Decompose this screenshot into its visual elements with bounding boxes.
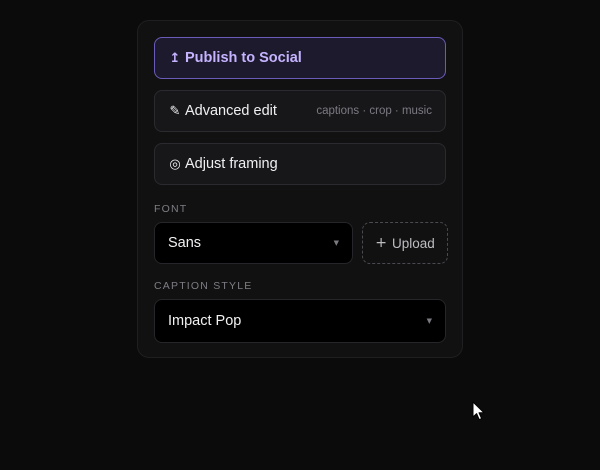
advanced-edit-button[interactable]: ✎ Advanced edit captions · crop · music bbox=[154, 90, 446, 132]
video-actions-panel: ↥ Publish to Social ✎ Advanced edit capt… bbox=[137, 20, 463, 358]
font-select-value: Sans bbox=[168, 235, 202, 251]
upload-arrow-icon: ↥ bbox=[169, 50, 181, 66]
publish-to-social-button[interactable]: ↥ Publish to Social bbox=[154, 37, 446, 79]
advanced-edit-hint: captions · crop · music bbox=[316, 105, 432, 117]
advanced-edit-label: Advanced edit bbox=[185, 103, 277, 119]
upload-button-label: Upload bbox=[391, 235, 435, 251]
chevron-down-icon: ▼ bbox=[333, 239, 339, 247]
upload-font-button[interactable]: + Upload bbox=[362, 222, 448, 264]
adjust-framing-label: Adjust framing bbox=[185, 156, 278, 172]
plus-icon: + bbox=[375, 235, 387, 251]
font-section-label: FONT bbox=[154, 203, 188, 215]
caption-style-select-value: Impact Pop bbox=[168, 313, 242, 329]
chevron-down-icon: ▼ bbox=[426, 317, 432, 325]
pencil-icon: ✎ bbox=[169, 103, 181, 119]
mouse-pointer-icon bbox=[472, 401, 485, 421]
font-select[interactable]: Sans ▼ bbox=[154, 222, 353, 264]
page: ↥ Publish to Social ✎ Advanced edit capt… bbox=[0, 0, 600, 470]
caption-style-section-label: CAPTION STYLE bbox=[154, 280, 253, 292]
caption-style-select[interactable]: Impact Pop ▼ bbox=[154, 299, 446, 343]
adjust-framing-button[interactable]: ◎ Adjust framing bbox=[154, 143, 446, 185]
publish-button-label: Publish to Social bbox=[185, 50, 302, 66]
target-icon: ◎ bbox=[169, 156, 181, 172]
